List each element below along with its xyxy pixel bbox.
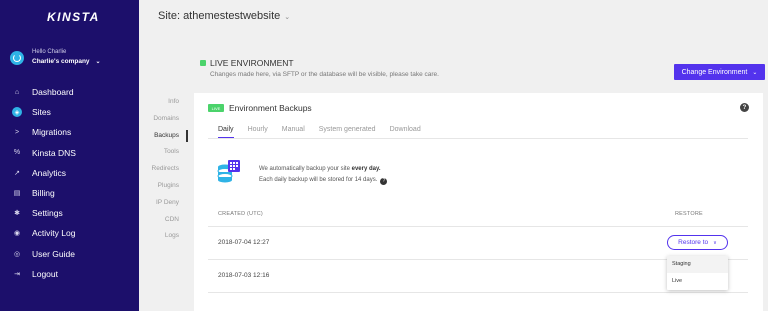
subnav-item-logs[interactable]: Logs xyxy=(152,231,179,248)
user-guide-icon: ◎ xyxy=(13,250,21,258)
sidebar-item-label: User Guide xyxy=(32,248,75,259)
subnav-item-backups[interactable]: Backups xyxy=(152,131,179,148)
help-icon[interactable]: ? xyxy=(740,103,749,112)
backup-date: 2018-07-03 12:16 xyxy=(218,272,270,279)
sidebar-item-label: Analytics xyxy=(32,167,67,178)
live-badge: LIVE xyxy=(208,104,224,112)
help-icon[interactable]: ? xyxy=(380,178,388,185)
home-icon: ⌂ xyxy=(14,88,20,96)
settings-icon: ✱ xyxy=(14,210,20,218)
chevron-down-icon: ∨ xyxy=(713,239,717,246)
subnav-item-redirects[interactable]: Redirects xyxy=(152,164,179,181)
tabs-divider xyxy=(208,138,748,139)
sidebar-item-settings[interactable]: ✱ Settings xyxy=(0,203,139,223)
user-menu[interactable]: Hello Charlie Charlie's company ⌄ xyxy=(10,48,101,67)
backups-panel: LIVE Environment Backups ? Daily Hourly Ma… xyxy=(194,93,763,311)
billing-icon: ▤ xyxy=(13,190,21,198)
sidebar-item-label: Activity Log xyxy=(32,228,76,239)
dropdown-option-staging[interactable]: Staging xyxy=(667,256,728,273)
sidebar-item-label: Sites xyxy=(32,107,51,118)
restore-dropdown: Staging Live xyxy=(667,256,728,290)
info-text-pre: We automatically backup your site xyxy=(259,166,352,172)
subnav-item-domains[interactable]: Domains xyxy=(152,114,179,131)
page-title: Site: athemestestwebsite xyxy=(158,10,281,22)
chevron-down-icon: ⌄ xyxy=(95,59,101,65)
restore-to-button[interactable]: Restore to ∨ xyxy=(667,235,728,250)
logout-icon: ⇥ xyxy=(14,270,20,278)
sidebar-nav: ⌂ Dashboard ◈ Sites > Migrations% Kinsta DNS ↗ A… xyxy=(0,82,139,284)
tab-manual[interactable]: Manual xyxy=(282,126,305,138)
database-calendar-icon xyxy=(217,160,240,183)
change-environment-button[interactable]: Change Environment ⌄ xyxy=(674,64,765,80)
sidebar-item-label: Billing xyxy=(32,188,55,199)
company-name: Charlie's company xyxy=(32,58,90,65)
subnav-item-cdn[interactable]: CDN xyxy=(152,215,179,232)
tab-system-generated[interactable]: System generated xyxy=(319,126,376,138)
info-text-bold: every day. xyxy=(351,166,381,172)
environment-subtitle: Changes made here, via SFTP or the datab… xyxy=(210,71,439,78)
sidebar-item-billing[interactable]: ▤ Billing xyxy=(0,183,139,203)
backup-date: 2018-07-04 12:27 xyxy=(218,239,270,246)
sidebar-item-logout[interactable]: ⇥ Logout xyxy=(0,264,139,284)
sidebar-item-migrations[interactable]: > Migrations xyxy=(0,122,139,142)
sidebar-item-kinsta-dns[interactable]: % Kinsta DNS xyxy=(0,143,139,163)
site-subnav: Info Domains Backups Tools Redirects Plugins I… xyxy=(152,97,179,248)
tab-download[interactable]: Download xyxy=(390,126,421,138)
analytics-icon: ↗ xyxy=(14,169,20,177)
change-environment-label: Change Environment xyxy=(681,68,748,76)
subnav-item-info[interactable]: Info xyxy=(152,97,179,114)
sidebar-item-label: Settings xyxy=(32,208,63,219)
site-selector[interactable]: Site: athemestestwebsite ⌄ xyxy=(158,10,290,22)
dropdown-option-live[interactable]: Live xyxy=(667,273,728,290)
sidebar-item-user-guide[interactable]: ◎ User Guide xyxy=(0,244,139,264)
tab-daily[interactable]: Daily xyxy=(218,126,234,138)
user-greeting: Hello Charlie xyxy=(32,49,67,55)
sidebar-item-sites[interactable]: ◈ Sites xyxy=(0,102,139,122)
chevron-down-icon: ⌄ xyxy=(752,69,758,76)
kinsta-logo[interactable]: KINSTA xyxy=(47,10,100,24)
sidebar-item-analytics[interactable]: ↗ Analytics xyxy=(0,163,139,183)
live-status-dot xyxy=(200,60,206,66)
environment-title: LIVE ENVIRONMENT xyxy=(210,58,294,68)
column-restore: RESTORE xyxy=(675,211,703,217)
chevron-down-icon: ⌄ xyxy=(284,14,291,21)
sites-icon: ◈ xyxy=(12,107,22,118)
sidebar-item-label: Dashboard xyxy=(32,87,74,98)
subnav-active-indicator xyxy=(186,130,188,142)
backup-tabs: Daily Hourly Manual System generated Downloa… xyxy=(218,126,435,138)
sidebar-item-dashboard[interactable]: ⌂ Dashboard xyxy=(0,82,139,102)
sidebar-item-label: Logout xyxy=(32,268,58,279)
retention-text: Each daily backup will be stored for 14 … xyxy=(259,177,378,183)
panel-title: Environment Backups xyxy=(229,103,312,113)
dns-icon: % xyxy=(13,149,21,157)
row-divider xyxy=(208,292,748,293)
sidebar-item-activity-log[interactable]: ◉ Activity Log xyxy=(0,223,139,243)
subnav-item-plugins[interactable]: Plugins xyxy=(152,181,179,198)
restore-to-label: Restore to xyxy=(678,239,709,246)
power-icon xyxy=(10,50,24,65)
row-divider xyxy=(208,226,748,227)
subnav-item-tools[interactable]: Tools xyxy=(152,147,179,164)
migrations-icon: > xyxy=(14,128,20,136)
activity-log-icon: ◉ xyxy=(13,230,21,238)
sidebar-item-label: Kinsta DNS xyxy=(32,147,76,158)
subnav-item-ip-deny[interactable]: IP Deny xyxy=(152,198,179,215)
sidebar-item-label: Migrations xyxy=(32,127,72,138)
column-created: CREATED (UTC) xyxy=(218,211,263,217)
sidebar: KINSTA Hello Charlie Charlie's company ⌄ … xyxy=(0,0,139,311)
tab-hourly[interactable]: Hourly xyxy=(248,126,268,138)
